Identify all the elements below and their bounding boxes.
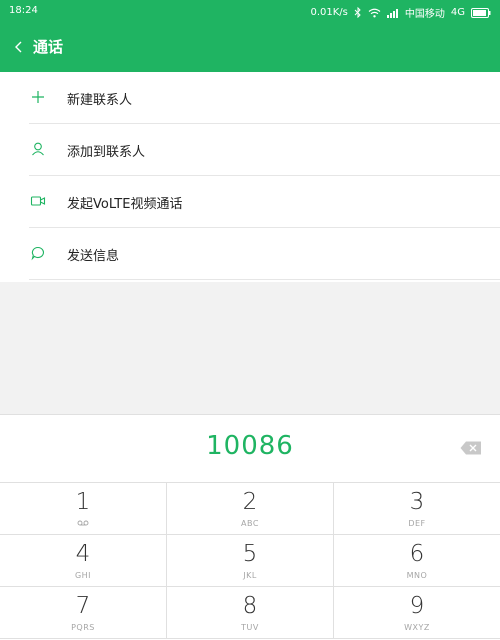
voicemail-icon xyxy=(0,519,166,528)
status-icons: 0.01K/s 中国移动 4G xyxy=(310,5,491,20)
menu-item-new-contact[interactable]: 新建联系人 xyxy=(0,72,500,124)
dialed-number-bar: 10086 xyxy=(0,414,500,482)
message-bubble-icon xyxy=(31,246,44,261)
key-digit: 9 xyxy=(409,593,425,619)
key-3[interactable]: 3 DEF xyxy=(334,483,500,535)
key-digit: 2 xyxy=(242,489,258,515)
call-options-menu: 新建联系人 添加到联系人 发起VoLTE视频通话 发送信息 xyxy=(0,72,500,282)
key-4[interactable]: 4 GHI xyxy=(0,535,167,587)
key-letters: DEF xyxy=(408,519,426,528)
plus-icon xyxy=(32,91,44,103)
key-digit: 1 xyxy=(75,489,91,515)
person-icon xyxy=(32,142,44,156)
key-letters: MNO xyxy=(406,571,428,580)
key-1[interactable]: 1 xyxy=(0,483,167,535)
dial-keypad: 1 2 ABC 3 DEF 4 GHI 5 JKL 6 MNO 7 PQRS 8… xyxy=(0,482,500,640)
key-letters: ABC xyxy=(241,519,259,528)
dialed-number: 10086 xyxy=(206,431,294,461)
network-type: 4G xyxy=(450,7,465,18)
key-8[interactable]: 8 TUV xyxy=(167,587,334,639)
key-letters: PQRS xyxy=(71,623,95,632)
back-arrow-icon[interactable] xyxy=(10,37,30,57)
page-title: 通话 xyxy=(33,38,64,56)
key-letters: TUV xyxy=(241,623,259,632)
menu-item-send-message[interactable]: 发送信息 xyxy=(0,228,500,280)
key-5[interactable]: 5 JKL xyxy=(167,535,334,587)
key-digit: 5 xyxy=(242,541,258,567)
key-6[interactable]: 6 MNO xyxy=(334,535,500,587)
network-speed: 0.01K/s xyxy=(310,7,348,18)
key-digit: 4 xyxy=(75,541,91,567)
key-7[interactable]: 7 PQRS xyxy=(0,587,167,639)
backspace-icon[interactable] xyxy=(460,441,482,455)
menu-item-label: 发起VoLTE视频通话 xyxy=(67,197,183,212)
divider xyxy=(29,279,500,280)
menu-item-volte-video-call[interactable]: 发起VoLTE视频通话 xyxy=(0,176,500,228)
bluetooth-icon xyxy=(354,7,361,18)
wifi-icon xyxy=(368,8,381,17)
key-letters: WXYZ xyxy=(404,623,430,632)
key-digit: 3 xyxy=(409,489,425,515)
carrier-name: 中国移动 xyxy=(404,9,445,20)
empty-area xyxy=(0,282,500,414)
key-letters: JKL xyxy=(243,571,257,580)
status-bar: 18:24 0.01K/s 中国移动 4G xyxy=(0,0,500,22)
key-2[interactable]: 2 ABC xyxy=(167,483,334,535)
key-9[interactable]: 9 WXYZ xyxy=(334,587,500,639)
video-camera-icon xyxy=(30,196,46,206)
key-digit: 7 xyxy=(75,593,91,619)
status-time: 18:24 xyxy=(9,5,38,16)
battery-icon xyxy=(471,7,491,18)
signal-icon xyxy=(386,8,398,18)
key-digit: 8 xyxy=(242,593,258,619)
app-bar: 通话 xyxy=(0,22,500,72)
menu-item-label: 新建联系人 xyxy=(67,93,133,108)
key-digit: 6 xyxy=(409,541,425,567)
key-letters: GHI xyxy=(74,571,92,580)
menu-item-label: 发送信息 xyxy=(67,249,120,264)
menu-item-label: 添加到联系人 xyxy=(67,145,146,160)
menu-item-add-to-contact[interactable]: 添加到联系人 xyxy=(0,124,500,176)
